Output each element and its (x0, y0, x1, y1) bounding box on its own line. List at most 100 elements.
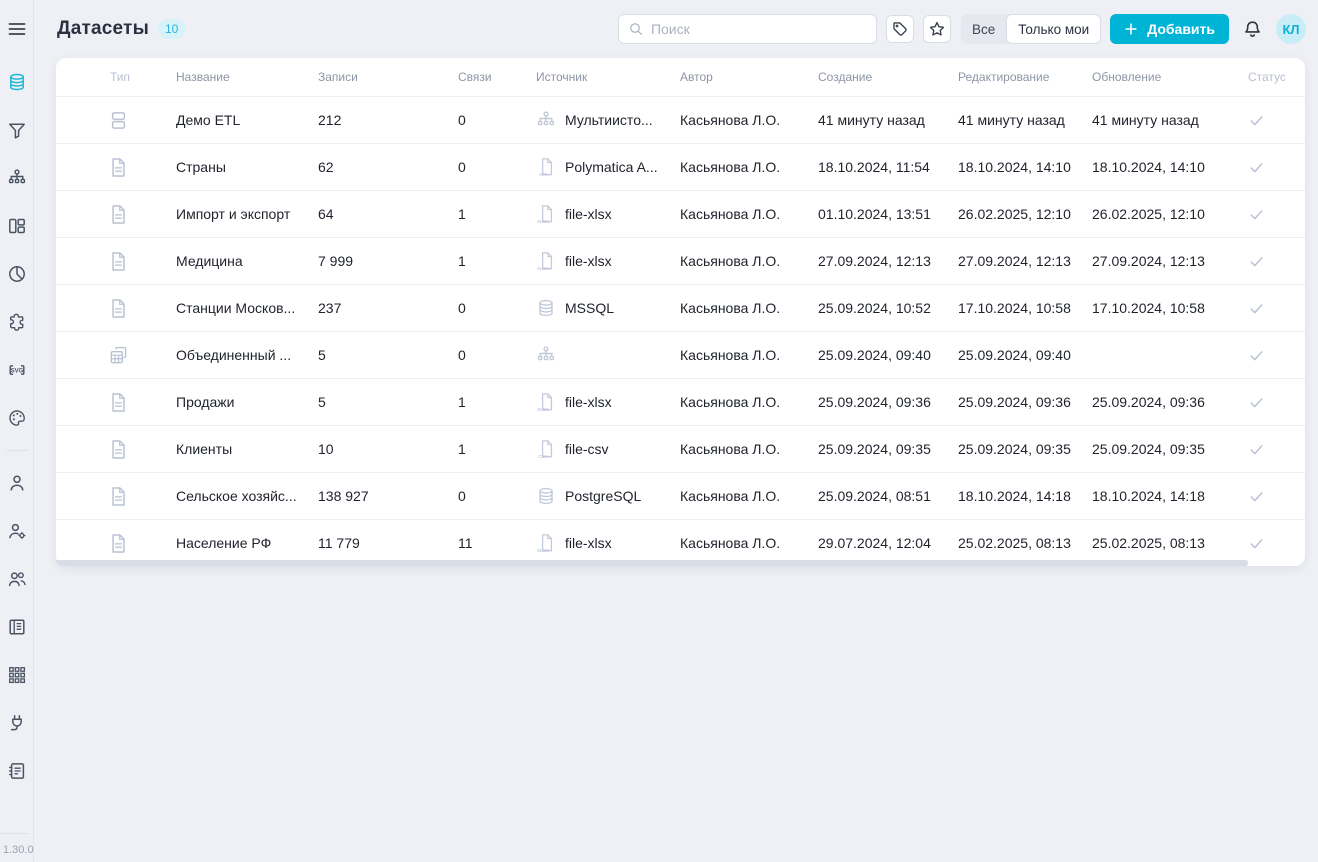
edited-at: 26.02.2025, 12:10 (958, 206, 1092, 222)
created-at: 18.10.2024, 11:54 (818, 159, 958, 175)
records-count: 62 (318, 159, 458, 175)
sidebar-item-user[interactable] (0, 459, 34, 507)
author: Касьянова Л.О. (680, 300, 818, 316)
db-source-icon (536, 298, 556, 318)
source-name: file-xlsx (565, 253, 612, 269)
favorites-filter-button[interactable] (923, 15, 951, 43)
table-row[interactable]: Клиенты 10 1 file-csv Касьянова Л.О. 25.… (56, 425, 1305, 472)
palette-icon (7, 408, 27, 428)
table-row[interactable]: Продажи 5 1 file-xlsx Касьянова Л.О. 25.… (56, 378, 1305, 425)
datasets-count-badge: 10 (158, 19, 185, 39)
dataset-name: Сельское хозяйс... (176, 488, 318, 504)
updated-at: 27.09.2024, 12:13 (1092, 253, 1232, 269)
file-type-icon (108, 157, 129, 178)
status-check-icon (1248, 253, 1265, 270)
sidebar-item-etl[interactable] (0, 154, 34, 202)
search-input[interactable] (651, 21, 867, 37)
edited-at: 17.10.2024, 10:58 (958, 300, 1092, 316)
file-xlsx-source-icon (536, 392, 556, 412)
status-check-icon (1248, 206, 1265, 223)
updated-at: 26.02.2025, 12:10 (1092, 206, 1232, 222)
add-dataset-button[interactable]: Добавить (1110, 14, 1229, 44)
tags-filter-button[interactable] (886, 15, 914, 43)
author: Касьянова Л.О. (680, 253, 818, 269)
segment-only-mine[interactable]: Только мои (1006, 14, 1101, 44)
edited-at: 18.10.2024, 14:18 (958, 488, 1092, 504)
search-box (618, 14, 877, 44)
table-row[interactable]: Население РФ 11 779 11 file-xlsx Касьяно… (56, 519, 1305, 566)
sidebar-item-notes[interactable] (0, 747, 34, 795)
sidebar-item-grid[interactable] (0, 651, 34, 699)
table-body: Демо ETL 212 0 Мультиисто... Касьянова Л… (56, 96, 1305, 566)
dataset-name: Клиенты (176, 441, 318, 457)
file-type-icon (108, 204, 129, 225)
sidebar-item-filter[interactable] (0, 106, 34, 154)
records-count: 7 999 (318, 253, 458, 269)
column-header-created[interactable]: Создание (818, 70, 958, 84)
sidebar-item-layout[interactable] (0, 202, 34, 250)
table-row[interactable]: Станции Москов... 237 0 MSSQL Касьянова … (56, 284, 1305, 331)
sidebar-item-book[interactable] (0, 603, 34, 651)
notes-icon (7, 761, 27, 781)
column-header-name[interactable]: Название (176, 70, 318, 84)
column-header-records[interactable]: Записи (318, 70, 458, 84)
updated-at: 41 минуту назад (1092, 112, 1232, 128)
hamburger-menu-button[interactable] (0, 0, 34, 58)
column-header-status[interactable]: Статус (1232, 70, 1305, 84)
sidebar-item-users[interactable] (0, 555, 34, 603)
created-at: 25.09.2024, 09:35 (818, 441, 958, 457)
links-count: 11 (458, 535, 536, 551)
notifications-button[interactable] (1242, 19, 1263, 40)
edited-at: 18.10.2024, 14:10 (958, 159, 1092, 175)
column-header-updated[interactable]: Обновление (1092, 70, 1232, 84)
sidebar: 1.30.0 (0, 0, 34, 862)
records-count: 138 927 (318, 488, 458, 504)
updated-at: 25.09.2024, 09:36 (1092, 394, 1232, 410)
table-copy-type-icon (108, 345, 129, 366)
horizontal-scrollbar-thumb[interactable] (56, 560, 1248, 566)
table-row[interactable]: Сельское хозяйс... 138 927 0 PostgreSQL … (56, 472, 1305, 519)
file-type-icon (108, 439, 129, 460)
column-header-source[interactable]: Источник (536, 70, 680, 84)
created-at: 25.09.2024, 09:36 (818, 394, 958, 410)
column-header-author[interactable]: Автор (680, 70, 818, 84)
dataset-name: Демо ETL (176, 112, 318, 128)
sidebar-item-puzzle[interactable] (0, 298, 34, 346)
segment-all[interactable]: Все (961, 14, 1006, 44)
created-at: 29.07.2024, 12:04 (818, 535, 958, 551)
sidebar-item-plug[interactable] (0, 699, 34, 747)
dataset-name: Страны (176, 159, 318, 175)
star-icon (928, 20, 946, 38)
pie-icon (7, 264, 27, 284)
records-count: 10 (318, 441, 458, 457)
sidebar-footer-divider (0, 833, 28, 834)
table-row[interactable]: Медицина 7 999 1 file-xlsx Касьянова Л.О… (56, 237, 1305, 284)
hier-source-icon (536, 110, 556, 130)
topbar: Датасеты 10 Все Только мои Добавить КЛ (34, 0, 1318, 58)
dataset-name: Продажи (176, 394, 318, 410)
column-header-links[interactable]: Связи (458, 70, 536, 84)
sidebar-item-datasets[interactable] (0, 58, 34, 106)
table-row[interactable]: Демо ETL 212 0 Мультиисто... Касьянова Л… (56, 96, 1305, 143)
source-name: file-xlsx (565, 394, 612, 410)
table-row[interactable]: Импорт и экспорт 64 1 file-xlsx Касьянов… (56, 190, 1305, 237)
table-row[interactable]: Объединенный ... 5 0 Касьянова Л.О. 25.0… (56, 331, 1305, 378)
sidebar-item-user-gear[interactable] (0, 507, 34, 555)
edited-at: 25.09.2024, 09:35 (958, 441, 1092, 457)
updated-at: 25.09.2024, 09:35 (1092, 441, 1232, 457)
sidebar-item-pie[interactable] (0, 250, 34, 298)
column-header-type[interactable]: Тип (56, 70, 176, 84)
table-row[interactable]: Страны 62 0 Polymatica A... Касьянова Л.… (56, 143, 1305, 190)
status-check-icon (1248, 535, 1265, 552)
sidebar-item-svg[interactable] (0, 346, 34, 394)
records-count: 237 (318, 300, 458, 316)
sidebar-item-palette[interactable] (0, 394, 34, 442)
updated-at: 17.10.2024, 10:58 (1092, 300, 1232, 316)
puzzle-icon (7, 312, 27, 332)
page-title: Датасеты (57, 18, 149, 40)
links-count: 0 (458, 300, 536, 316)
avatar[interactable]: КЛ (1276, 14, 1306, 44)
author: Касьянова Л.О. (680, 112, 818, 128)
column-header-edited[interactable]: Редактирование (958, 70, 1092, 84)
links-count: 1 (458, 441, 536, 457)
